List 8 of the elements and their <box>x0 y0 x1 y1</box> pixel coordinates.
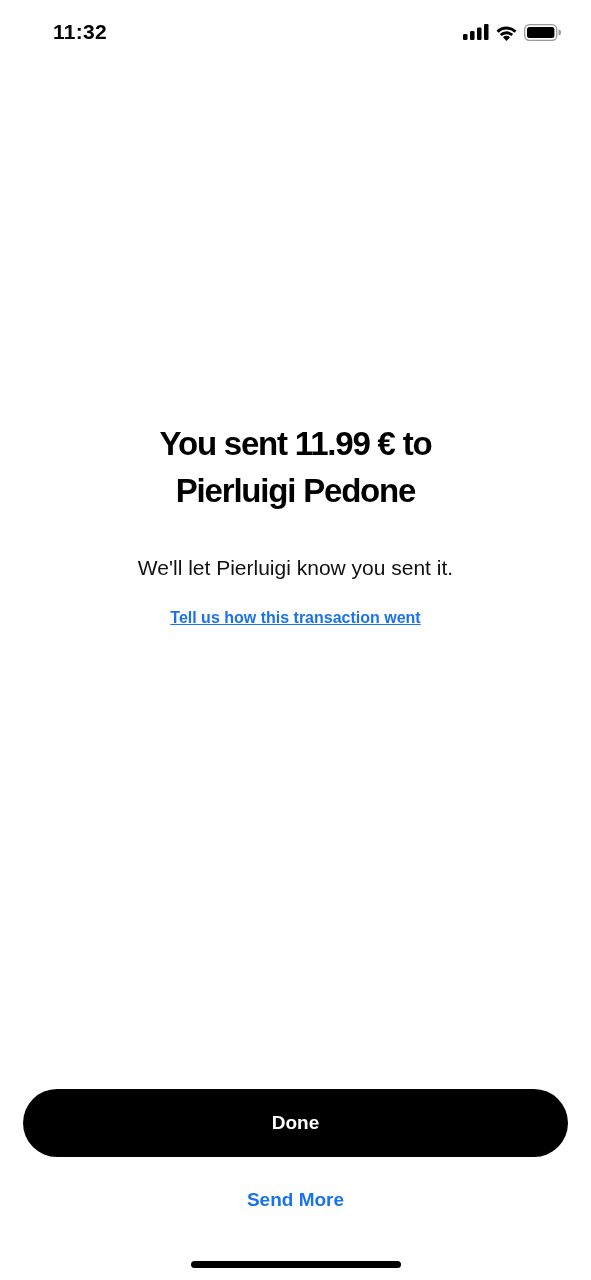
battery-icon <box>524 23 561 41</box>
confirmation-title: You sent 11.99 € to Pierluigi Pedone <box>158 424 433 511</box>
feedback-link[interactable]: Tell us how this transaction went <box>170 609 421 627</box>
signal-icon <box>463 24 489 40</box>
status-time: 11:32 <box>53 20 108 44</box>
confirmation-message: We'll let Pierluigi know you sent it. <box>137 556 454 580</box>
done-button[interactable]: Done <box>23 1089 568 1157</box>
send-more-button[interactable]: Send More <box>240 1185 351 1215</box>
